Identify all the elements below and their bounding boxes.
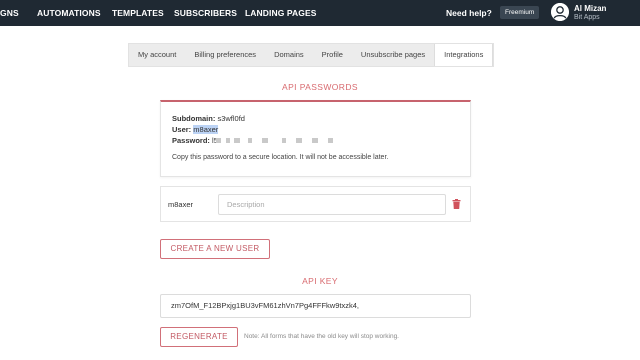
help-link[interactable]: Need help? [446, 8, 492, 18]
settings-tabs: My account Billing preferences Domains P… [128, 43, 495, 67]
user-row: User: m8axer [172, 125, 219, 134]
nav-item-subscribers[interactable]: SUBSCRIBERS [174, 8, 237, 18]
nav-item-templates[interactable]: TEMPLATES [112, 8, 164, 18]
user-avatar-icon [551, 3, 569, 21]
top-navbar: GNS AUTOMATIONS TEMPLATES SUBSCRIBERS LA… [0, 0, 640, 26]
password-mask [226, 138, 230, 143]
password-mask [216, 138, 221, 143]
regenerate-note: Note: All forms that have the old key wi… [244, 333, 399, 340]
password-mask [312, 138, 318, 143]
tab-profile[interactable]: Profile [313, 44, 352, 66]
api-key-field[interactable]: zm7OfM_F12BPxjg1BU3vFM61zhVn7Pg4FFFkw9tx… [160, 294, 471, 318]
password-mask [296, 138, 302, 143]
tab-unsubscribe-pages[interactable]: Unsubscribe pages [352, 44, 434, 66]
api-passwords-heading: API PASSWORDS [282, 82, 358, 92]
tab-billing-preferences[interactable]: Billing preferences [185, 44, 265, 66]
api-key-heading: API KEY [302, 276, 338, 286]
subdomain-label: Subdomain: [172, 114, 216, 123]
tab-domains[interactable]: Domains [265, 44, 313, 66]
password-mask [262, 138, 268, 143]
nav-item-automations[interactable]: AUTOMATIONS [37, 8, 101, 18]
tab-my-account[interactable]: My account [129, 44, 185, 66]
password-mask [282, 138, 286, 143]
tab-integrations[interactable]: Integrations [434, 44, 494, 66]
user-value[interactable]: m8axer [193, 125, 219, 134]
password-mask [328, 138, 333, 143]
subdomain-value[interactable]: s3wfl0fd [217, 114, 245, 123]
user-organization: Bit Apps [574, 14, 600, 21]
plan-badge: Freemium [500, 6, 540, 19]
nav-item-landing-pages[interactable]: LANDING PAGES [245, 8, 317, 18]
password-label: Password: [172, 136, 210, 145]
password-mask [248, 138, 252, 143]
avatar[interactable] [551, 3, 569, 21]
copy-password-note: Copy this password to a secure location.… [172, 154, 389, 161]
api-user-name: m8axer [168, 200, 194, 209]
create-new-user-button[interactable]: CREATE A NEW USER [160, 239, 270, 259]
nav-item-campaigns[interactable]: GNS [0, 8, 19, 18]
trash-icon[interactable] [452, 199, 461, 209]
user-label: User: [172, 125, 192, 134]
password-row: Password: l5 [172, 136, 218, 145]
user-description-input[interactable] [218, 194, 446, 215]
user-name[interactable]: Al Mizan [574, 4, 606, 13]
password-mask [234, 138, 240, 143]
regenerate-button[interactable]: REGENERATE [160, 327, 238, 347]
subdomain-row: Subdomain: s3wfl0fd [172, 114, 245, 123]
